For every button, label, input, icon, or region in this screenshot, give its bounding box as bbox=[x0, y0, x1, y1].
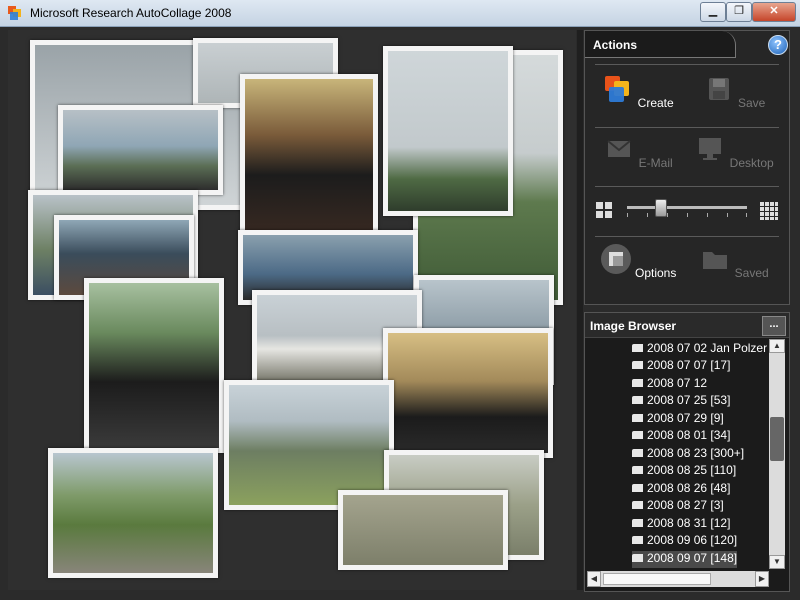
folder-item[interactable]: 2008 07 29 [9] bbox=[632, 411, 724, 428]
horizontal-scrollbar[interactable]: ◀ ▶ bbox=[587, 571, 769, 587]
floppy-icon bbox=[708, 78, 729, 100]
vertical-scrollbar[interactable]: ▲ ▼ bbox=[769, 339, 785, 569]
save-label: Save bbox=[737, 96, 766, 110]
folder-icon bbox=[632, 501, 643, 509]
folder-icon bbox=[632, 431, 643, 439]
many-tiles-icon bbox=[760, 202, 778, 220]
actions-tab: Actions bbox=[585, 31, 736, 58]
actions-title: Actions bbox=[593, 38, 638, 52]
help-icon[interactable]: ? bbox=[768, 35, 788, 55]
vertical-scroll-thumb[interactable] bbox=[770, 417, 784, 461]
scroll-up-icon[interactable]: ▲ bbox=[769, 339, 785, 353]
slider-tick bbox=[727, 213, 728, 217]
window-title: Microsoft Research AutoCollage 2008 bbox=[30, 6, 232, 20]
folder-item[interactable]: 2008 08 27 [3] bbox=[632, 498, 724, 515]
slider-tick bbox=[687, 213, 688, 217]
email-button[interactable]: E-Mail bbox=[593, 133, 683, 170]
divider bbox=[595, 236, 779, 237]
slider-tick bbox=[627, 213, 628, 217]
folder-icon bbox=[703, 252, 728, 269]
saved-button[interactable]: Saved bbox=[689, 243, 779, 280]
folder-item[interactable]: 2008 09 06 [120] bbox=[632, 533, 737, 550]
collage-photo bbox=[383, 46, 513, 216]
minimize-button[interactable]: ▁ bbox=[700, 2, 726, 22]
create-label: Create bbox=[637, 96, 674, 110]
monitor-icon bbox=[699, 138, 722, 160]
scroll-right-icon[interactable]: ▶ bbox=[755, 571, 769, 587]
close-button[interactable]: ✕ bbox=[752, 2, 796, 22]
divider bbox=[595, 186, 779, 187]
collage-photo bbox=[58, 105, 223, 195]
panel-splitter[interactable] bbox=[577, 30, 583, 590]
folder-icon bbox=[632, 484, 643, 492]
options-button[interactable]: Options bbox=[593, 243, 683, 280]
folder-item[interactable]: 2008 07 07 [17] bbox=[632, 358, 730, 375]
horizontal-scroll-thumb[interactable] bbox=[603, 573, 711, 585]
email-label: E-Mail bbox=[638, 156, 673, 170]
desktop-label: Desktop bbox=[729, 156, 774, 170]
collage-photo bbox=[338, 490, 508, 570]
slider-tick bbox=[667, 213, 668, 217]
browse-more-button[interactable]: ... bbox=[762, 316, 786, 336]
folder-icon bbox=[632, 396, 643, 404]
collage-size-slider[interactable] bbox=[627, 206, 747, 209]
collage-photo bbox=[383, 328, 553, 458]
folder-icon bbox=[632, 466, 643, 474]
collage-photo bbox=[48, 448, 218, 578]
folder-icon bbox=[632, 449, 643, 457]
folder-item[interactable]: 2008 07 02 Jan Polzer bbox=[632, 341, 767, 358]
image-browser-title: Image Browser bbox=[590, 319, 677, 333]
folder-tree[interactable]: 2008 07 02 Jan Polzer 2008 07 07 [17] 20… bbox=[585, 339, 767, 569]
folder-icon bbox=[632, 554, 643, 562]
slider-tick bbox=[746, 213, 747, 217]
collage-photo bbox=[240, 74, 378, 244]
folder-icon bbox=[632, 536, 643, 544]
folder-icon bbox=[632, 379, 643, 387]
image-browser-header: Image Browser ... bbox=[585, 313, 789, 338]
slider-tick bbox=[647, 213, 648, 217]
folder-item[interactable]: 2008 08 01 [34] bbox=[632, 428, 730, 445]
folder-item-selected[interactable]: 2008 09 07 [148] bbox=[632, 551, 738, 568]
folder-icon bbox=[632, 519, 643, 527]
slider-thumb[interactable] bbox=[655, 199, 667, 217]
slider-tick bbox=[707, 213, 708, 217]
scroll-down-icon[interactable]: ▼ bbox=[769, 555, 785, 569]
create-icon bbox=[605, 76, 630, 102]
app-window: Microsoft Research AutoCollage 2008 ▁ ❐ … bbox=[0, 0, 800, 600]
desktop-button[interactable]: Desktop bbox=[689, 133, 779, 170]
autocollage-app-icon bbox=[8, 6, 21, 20]
folder-icon bbox=[632, 361, 643, 369]
options-label: Options bbox=[634, 266, 677, 280]
image-browser-panel: Image Browser ... 2008 07 02 Jan Polzer … bbox=[584, 312, 790, 592]
folder-item[interactable]: 2008 08 23 [300+] bbox=[632, 446, 744, 463]
save-button[interactable]: Save bbox=[689, 73, 779, 110]
saved-label: Saved bbox=[734, 266, 769, 280]
scroll-left-icon[interactable]: ◀ bbox=[587, 571, 601, 587]
folder-item[interactable]: 2008 08 26 [48] bbox=[632, 481, 730, 498]
folder-icon bbox=[632, 414, 643, 422]
email-icon bbox=[607, 140, 631, 157]
collage-canvas[interactable] bbox=[8, 30, 576, 590]
few-tiles-icon bbox=[596, 202, 612, 218]
folder-item[interactable]: 2008 08 25 [110] bbox=[632, 463, 736, 480]
folder-item[interactable]: 2008 08 31 [12] bbox=[632, 516, 730, 533]
title-bar: Microsoft Research AutoCollage 2008 ▁ ❐ … bbox=[0, 0, 800, 27]
options-icon bbox=[600, 244, 631, 274]
divider bbox=[595, 127, 779, 128]
collage-photo bbox=[84, 278, 224, 453]
maximize-button[interactable]: ❐ bbox=[726, 2, 752, 22]
divider bbox=[595, 64, 779, 65]
actions-panel: Actions ? Create Save E-Mail Desktop Opt… bbox=[584, 30, 790, 305]
folder-item[interactable]: 2008 07 25 [53] bbox=[632, 393, 730, 410]
folder-item[interactable]: 2008 07 12 bbox=[632, 376, 707, 393]
folder-icon bbox=[632, 344, 643, 352]
create-button[interactable]: Create bbox=[593, 73, 683, 110]
